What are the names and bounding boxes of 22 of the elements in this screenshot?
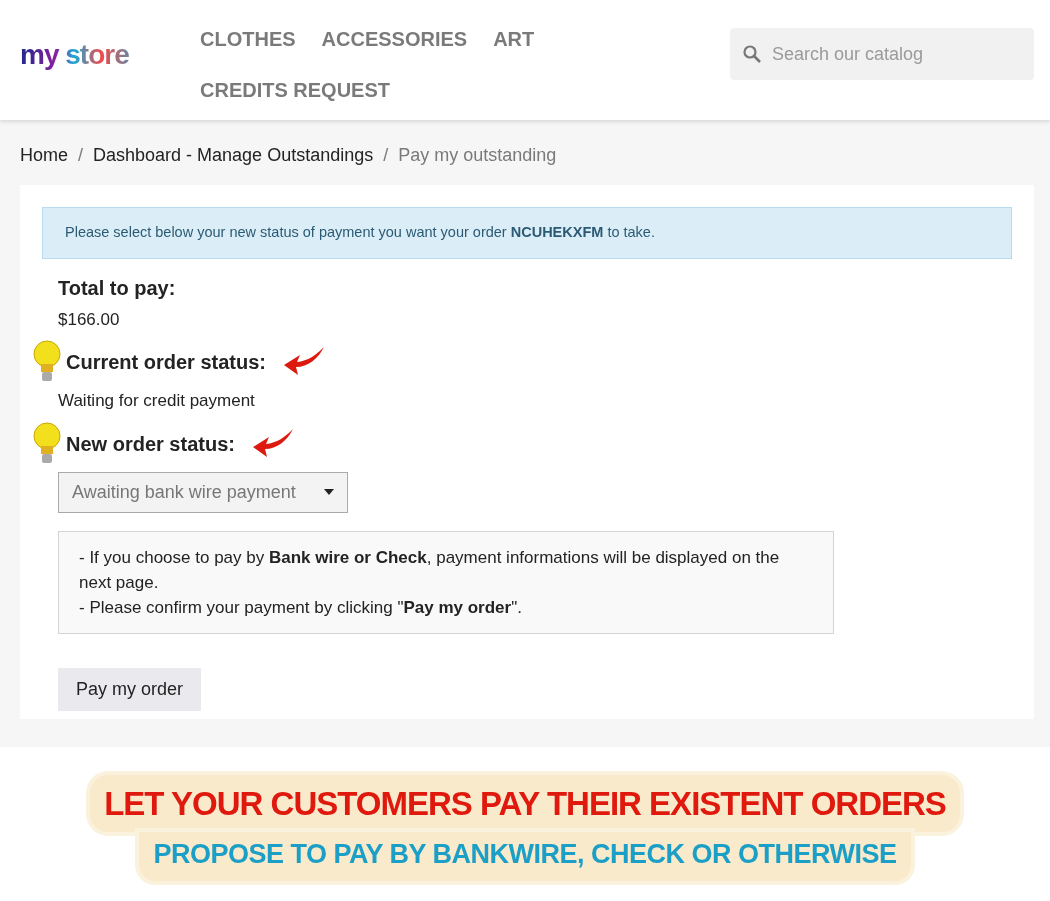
breadcrumb-separator: /: [78, 144, 84, 167]
breadcrumb-separator: /: [383, 144, 389, 167]
nav-link[interactable]: ACCESSORIES: [321, 18, 468, 69]
breadcrumb-item: Pay my outstanding: [398, 144, 557, 167]
nav-link[interactable]: CLOTHES: [200, 18, 296, 69]
new-status-label: New order status:: [66, 431, 235, 457]
total-label: Total to pay:: [58, 275, 177, 301]
nav-link[interactable]: ART: [493, 18, 535, 69]
info-text: - If you choose to pay by Bank wire or Check, payment informations will be displayed on the next page.: [79, 546, 781, 594]
info-alert: Please select below your new status of payment you want your order NCUHEKXFM to take.: [42, 207, 1012, 259]
caret-icon: [324, 489, 334, 496]
lightbulb-icon: [32, 421, 62, 466]
breadcrumb-item[interactable]: Dashboard - Manage Outstandings: [93, 142, 374, 169]
pay-button[interactable]: Pay my order: [58, 667, 202, 711]
total-value: $166.00: [58, 308, 121, 331]
search-field[interactable]: Search our catalog: [730, 28, 1034, 80]
status-dropdown[interactable]: Awaiting bank wire payment: [58, 471, 348, 513]
current-status-value: Waiting for credit payment: [58, 390, 256, 413]
current-status-label: Current order status:: [66, 350, 267, 376]
info-text: - Please confirm your payment by clicking "Pay my order".: [79, 596, 523, 619]
breadcrumb-item[interactable]: Home: [20, 142, 68, 169]
nav-link[interactable]: CREDITS REQUEST: [200, 69, 391, 120]
